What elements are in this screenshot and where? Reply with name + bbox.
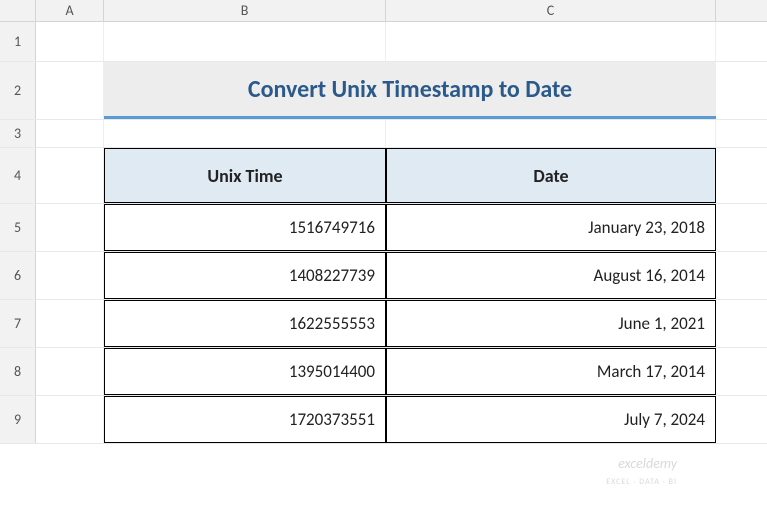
row-8: 8 1395014400 March 17, 2014 [0,348,767,396]
cell-A8[interactable] [36,348,104,395]
row-header-6[interactable]: 6 [0,252,36,299]
row-header-7[interactable]: 7 [0,300,36,347]
cell-A5[interactable] [36,204,104,251]
cell-date-1[interactable]: August 16, 2014 [386,252,716,299]
header-unix-time[interactable]: Unix Time [104,148,386,203]
cell-unix-0[interactable]: 1516749716 [104,204,386,251]
title-cell[interactable]: Convert Unix Timestamp to Date [104,62,716,119]
cell-date-2[interactable]: June 1, 2021 [386,300,716,347]
row-header-9[interactable]: 9 [0,396,36,443]
row-header-8[interactable]: 8 [0,348,36,395]
header-date[interactable]: Date [386,148,716,203]
cell-A6[interactable] [36,252,104,299]
row-4: 4 Unix Time Date [0,148,767,204]
cell-unix-2[interactable]: 1622555553 [104,300,386,347]
row-1: 1 [0,22,767,62]
cell-A4[interactable] [36,148,104,203]
cell-A3[interactable] [36,120,104,147]
cell-unix-3[interactable]: 1395014400 [104,348,386,395]
cell-B1[interactable] [104,22,386,61]
cell-A9[interactable] [36,396,104,443]
col-header-C[interactable]: C [386,0,716,21]
row-header-5[interactable]: 5 [0,204,36,251]
cell-unix-1[interactable]: 1408227739 [104,252,386,299]
row-header-2[interactable]: 2 [0,62,36,119]
spreadsheet-grid: A B C 1 2 Convert Unix Timestamp to Date… [0,0,767,515]
cell-B3[interactable] [104,120,386,147]
cell-C1[interactable] [386,22,716,61]
cell-date-0[interactable]: January 23, 2018 [386,204,716,251]
row-5: 5 1516749716 January 23, 2018 [0,204,767,252]
col-header-A[interactable]: A [36,0,104,21]
row-7: 7 1622555553 June 1, 2021 [0,300,767,348]
row-header-4[interactable]: 4 [0,148,36,203]
row-9: 9 1720373551 July 7, 2024 [0,396,767,444]
column-headers: A B C [0,0,767,22]
cell-date-4[interactable]: July 7, 2024 [386,396,716,443]
row-header-3[interactable]: 3 [0,120,36,147]
row-header-1[interactable]: 1 [0,22,36,61]
row-6: 6 1408227739 August 16, 2014 [0,252,767,300]
cell-A2[interactable] [36,62,104,119]
cell-date-3[interactable]: March 17, 2014 [386,348,716,395]
col-header-B[interactable]: B [104,0,386,21]
cell-A1[interactable] [36,22,104,61]
cell-C3[interactable] [386,120,716,147]
row-3: 3 [0,120,767,148]
row-2: 2 Convert Unix Timestamp to Date [0,62,767,120]
select-all-corner[interactable] [0,0,36,21]
cell-unix-4[interactable]: 1720373551 [104,396,386,443]
cell-A7[interactable] [36,300,104,347]
